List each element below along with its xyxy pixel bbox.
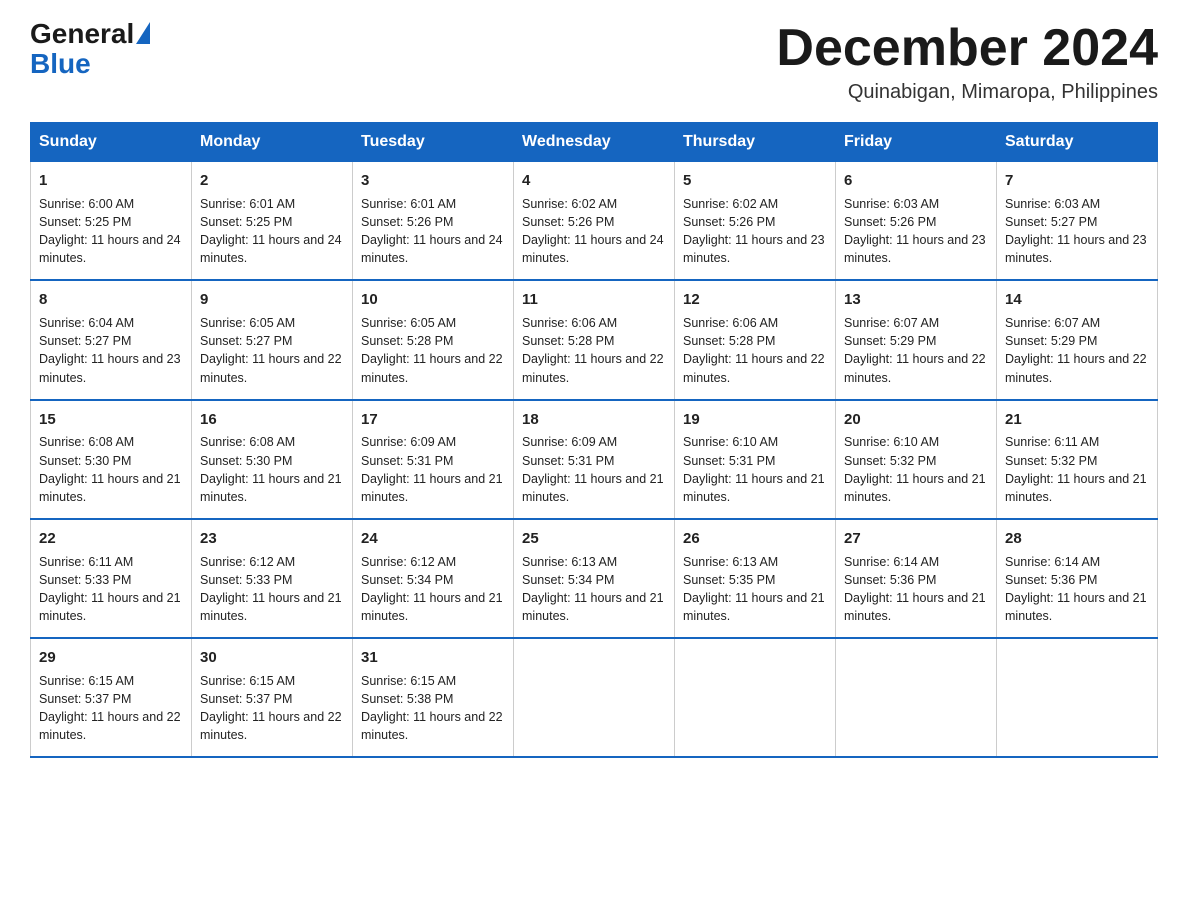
logo-triangle-icon: [136, 22, 150, 44]
day-number: 10: [361, 289, 505, 311]
calendar-day-cell: 29Sunrise: 6:15 AMSunset: 5:37 PMDayligh…: [31, 638, 192, 757]
day-number: 30: [200, 647, 344, 669]
day-number: 13: [844, 289, 988, 311]
day-number: 6: [844, 170, 988, 192]
calendar-day-cell: 4Sunrise: 6:02 AMSunset: 5:26 PMDaylight…: [514, 162, 675, 281]
day-number: 14: [1005, 289, 1149, 311]
day-number: 22: [39, 528, 183, 550]
day-number: 3: [361, 170, 505, 192]
calendar-week-row: 29Sunrise: 6:15 AMSunset: 5:37 PMDayligh…: [31, 638, 1158, 757]
calendar-day-cell: 25Sunrise: 6:13 AMSunset: 5:34 PMDayligh…: [514, 519, 675, 638]
day-number: 9: [200, 289, 344, 311]
calendar-day-cell: 8Sunrise: 6:04 AMSunset: 5:27 PMDaylight…: [31, 280, 192, 399]
day-number: 1: [39, 170, 183, 192]
day-number: 28: [1005, 528, 1149, 550]
day-number: 4: [522, 170, 666, 192]
calendar-day-cell: 12Sunrise: 6:06 AMSunset: 5:28 PMDayligh…: [675, 280, 836, 399]
calendar-day-cell: 18Sunrise: 6:09 AMSunset: 5:31 PMDayligh…: [514, 400, 675, 519]
header-friday: Friday: [836, 123, 997, 162]
calendar-day-cell: 3Sunrise: 6:01 AMSunset: 5:26 PMDaylight…: [353, 162, 514, 281]
day-number: 18: [522, 409, 666, 431]
logo-general-text: General: [30, 20, 134, 48]
calendar-day-cell: 13Sunrise: 6:07 AMSunset: 5:29 PMDayligh…: [836, 280, 997, 399]
calendar-header-row: Sunday Monday Tuesday Wednesday Thursday…: [31, 123, 1158, 162]
day-number: 31: [361, 647, 505, 669]
day-number: 24: [361, 528, 505, 550]
calendar-day-cell: 9Sunrise: 6:05 AMSunset: 5:27 PMDaylight…: [192, 280, 353, 399]
calendar-week-row: 1Sunrise: 6:00 AMSunset: 5:25 PMDaylight…: [31, 162, 1158, 281]
calendar-day-cell: [836, 638, 997, 757]
calendar-day-cell: 17Sunrise: 6:09 AMSunset: 5:31 PMDayligh…: [353, 400, 514, 519]
calendar-day-cell: 22Sunrise: 6:11 AMSunset: 5:33 PMDayligh…: [31, 519, 192, 638]
calendar-day-cell: 21Sunrise: 6:11 AMSunset: 5:32 PMDayligh…: [997, 400, 1158, 519]
page-header: General Blue December 2024 Quinabigan, M…: [30, 20, 1158, 104]
calendar-day-cell: 26Sunrise: 6:13 AMSunset: 5:35 PMDayligh…: [675, 519, 836, 638]
day-number: 20: [844, 409, 988, 431]
calendar-day-cell: 6Sunrise: 6:03 AMSunset: 5:26 PMDaylight…: [836, 162, 997, 281]
calendar-day-cell: 20Sunrise: 6:10 AMSunset: 5:32 PMDayligh…: [836, 400, 997, 519]
day-number: 2: [200, 170, 344, 192]
calendar-day-cell: [675, 638, 836, 757]
calendar-day-cell: 2Sunrise: 6:01 AMSunset: 5:25 PMDaylight…: [192, 162, 353, 281]
calendar-week-row: 22Sunrise: 6:11 AMSunset: 5:33 PMDayligh…: [31, 519, 1158, 638]
header-tuesday: Tuesday: [353, 123, 514, 162]
day-number: 21: [1005, 409, 1149, 431]
day-number: 5: [683, 170, 827, 192]
calendar-day-cell: 14Sunrise: 6:07 AMSunset: 5:29 PMDayligh…: [997, 280, 1158, 399]
calendar-day-cell: 27Sunrise: 6:14 AMSunset: 5:36 PMDayligh…: [836, 519, 997, 638]
day-number: 23: [200, 528, 344, 550]
day-number: 25: [522, 528, 666, 550]
header-wednesday: Wednesday: [514, 123, 675, 162]
header-monday: Monday: [192, 123, 353, 162]
month-year-title: December 2024: [776, 20, 1158, 77]
calendar-day-cell: 7Sunrise: 6:03 AMSunset: 5:27 PMDaylight…: [997, 162, 1158, 281]
title-block: December 2024 Quinabigan, Mimaropa, Phil…: [776, 20, 1158, 104]
day-number: 27: [844, 528, 988, 550]
calendar-day-cell: 24Sunrise: 6:12 AMSunset: 5:34 PMDayligh…: [353, 519, 514, 638]
calendar-day-cell: 30Sunrise: 6:15 AMSunset: 5:37 PMDayligh…: [192, 638, 353, 757]
calendar-day-cell: 11Sunrise: 6:06 AMSunset: 5:28 PMDayligh…: [514, 280, 675, 399]
day-number: 15: [39, 409, 183, 431]
calendar-day-cell: 5Sunrise: 6:02 AMSunset: 5:26 PMDaylight…: [675, 162, 836, 281]
logo: General Blue: [30, 20, 150, 80]
day-number: 26: [683, 528, 827, 550]
calendar-day-cell: [997, 638, 1158, 757]
day-number: 16: [200, 409, 344, 431]
header-saturday: Saturday: [997, 123, 1158, 162]
calendar-day-cell: 10Sunrise: 6:05 AMSunset: 5:28 PMDayligh…: [353, 280, 514, 399]
header-sunday: Sunday: [31, 123, 192, 162]
day-number: 17: [361, 409, 505, 431]
logo-blue-text: Blue: [30, 48, 91, 80]
day-number: 8: [39, 289, 183, 311]
calendar-table: Sunday Monday Tuesday Wednesday Thursday…: [30, 122, 1158, 758]
calendar-week-row: 15Sunrise: 6:08 AMSunset: 5:30 PMDayligh…: [31, 400, 1158, 519]
calendar-day-cell: 28Sunrise: 6:14 AMSunset: 5:36 PMDayligh…: [997, 519, 1158, 638]
location-subtitle: Quinabigan, Mimaropa, Philippines: [776, 81, 1158, 104]
calendar-day-cell: 19Sunrise: 6:10 AMSunset: 5:31 PMDayligh…: [675, 400, 836, 519]
calendar-day-cell: 1Sunrise: 6:00 AMSunset: 5:25 PMDaylight…: [31, 162, 192, 281]
calendar-day-cell: [514, 638, 675, 757]
header-thursday: Thursday: [675, 123, 836, 162]
calendar-day-cell: 31Sunrise: 6:15 AMSunset: 5:38 PMDayligh…: [353, 638, 514, 757]
day-number: 7: [1005, 170, 1149, 192]
calendar-week-row: 8Sunrise: 6:04 AMSunset: 5:27 PMDaylight…: [31, 280, 1158, 399]
day-number: 19: [683, 409, 827, 431]
calendar-day-cell: 23Sunrise: 6:12 AMSunset: 5:33 PMDayligh…: [192, 519, 353, 638]
day-number: 29: [39, 647, 183, 669]
calendar-day-cell: 16Sunrise: 6:08 AMSunset: 5:30 PMDayligh…: [192, 400, 353, 519]
day-number: 11: [522, 289, 666, 311]
day-number: 12: [683, 289, 827, 311]
calendar-day-cell: 15Sunrise: 6:08 AMSunset: 5:30 PMDayligh…: [31, 400, 192, 519]
